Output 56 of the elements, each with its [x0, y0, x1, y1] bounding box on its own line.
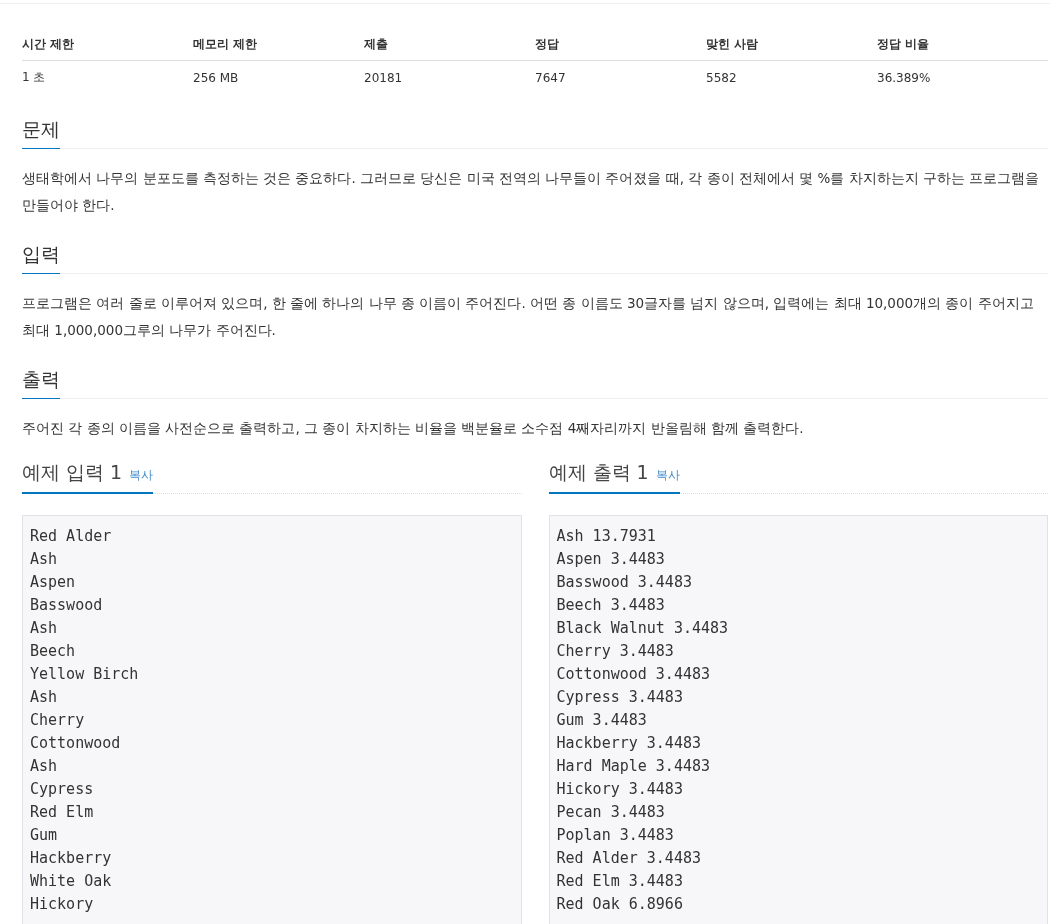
code-line: Aspen [30, 572, 77, 593]
code-line: Aspen 3.4483 [556, 549, 666, 570]
column-header: 시간 제한 [22, 30, 193, 61]
copy-link[interactable]: 복사 [655, 467, 680, 484]
code-line: Hackberry [30, 848, 113, 869]
code-line: Hackberry 3.4483 [556, 733, 702, 754]
table-cell: 20181 [364, 60, 535, 94]
code-line: Gum [30, 825, 59, 846]
code-line: Beech [30, 641, 77, 662]
table-cell: 36.389% [877, 60, 1048, 94]
code-line: Hickory 3.4483 [556, 779, 684, 800]
code-line: Cottonwood [30, 733, 122, 754]
code-line: Red Alder [30, 526, 113, 547]
code-line: Ash 13.7931 [556, 526, 657, 547]
table-cell: 1 초 [22, 60, 193, 94]
code-line: Yellow Birch [30, 664, 140, 685]
sample-title: 예제 출력 1 [548, 460, 649, 485]
code-line: Cottonwood 3.4483 [556, 664, 712, 685]
column-header: 정답 [535, 30, 706, 61]
code-line: Beech 3.4483 [556, 595, 666, 616]
code-line: Black Walnut 3.4483 [556, 618, 730, 639]
section-heading: 문제 [22, 114, 60, 149]
column-header: 메모리 제한 [193, 30, 364, 61]
code-line: Red Alder 3.4483 [556, 848, 702, 869]
code-line: Poplan 3.4483 [556, 825, 675, 846]
code-line: Ash [30, 756, 59, 777]
sample-title: 예제 입력 1 [22, 460, 123, 485]
code-line: Ash [30, 549, 59, 570]
code-line: Hard Maple 3.4483 [556, 756, 712, 777]
section-text: 프로그램은 여러 줄로 이루어져 있으며, 한 줄에 하나의 나무 종 이름이 주어진다. 어떤 종 이름도 30글자를 넘지 않으며, 입력에는 최대 10,000개의 종이 주어지고 최대 1,000,000그루의 나무가 주어진다. [22, 294, 1035, 340]
code-line: Cherry [30, 710, 86, 731]
table-cell: 256 MB [193, 60, 364, 94]
section-heading: 출력 [22, 364, 60, 399]
code-line: Red Elm [30, 802, 95, 823]
code-line: Cypress [30, 779, 95, 800]
code-line: Basswood [30, 595, 104, 616]
code-line: Ash [30, 687, 59, 708]
code-line: Red Oak 6.8966 [556, 894, 684, 915]
column-header: 정답 비율 [877, 30, 1048, 61]
column-header: 제출 [364, 30, 535, 61]
table-cell: 7647 [535, 60, 706, 94]
code-line: Cypress 3.4483 [556, 687, 684, 708]
code-line: Cherry 3.4483 [556, 641, 675, 662]
code-line: Red Elm 3.4483 [556, 871, 684, 892]
column-header: 맞힌 사람 [706, 30, 877, 61]
code-line: Basswood 3.4483 [556, 572, 693, 593]
code-line: Ash [30, 618, 59, 639]
code-line: Pecan 3.4483 [556, 802, 666, 823]
copy-link[interactable]: 복사 [129, 467, 154, 484]
table-cell: 5582 [706, 60, 877, 94]
section-heading: 입력 [22, 239, 60, 274]
section-text: 주어진 각 종의 이름을 사전순으로 출력하고, 그 종이 차지하는 비율을 백분율로 소수점 4째자리까지 반올림해 함께 출력한다. [22, 419, 805, 438]
code-line: Hickory [30, 894, 95, 915]
section-text: 생태학에서 나무의 분포도를 측정하는 것은 중요하다. 그러므로 당신은 미국 전역의 나무들이 주어졌을 때, 각 종이 전체에서 몇 %를 차지하는지 구하는 프로그램을 만들어야 한다. [22, 169, 1041, 215]
code-line: White Oak [30, 871, 113, 892]
code-line: Gum 3.4483 [556, 710, 648, 731]
